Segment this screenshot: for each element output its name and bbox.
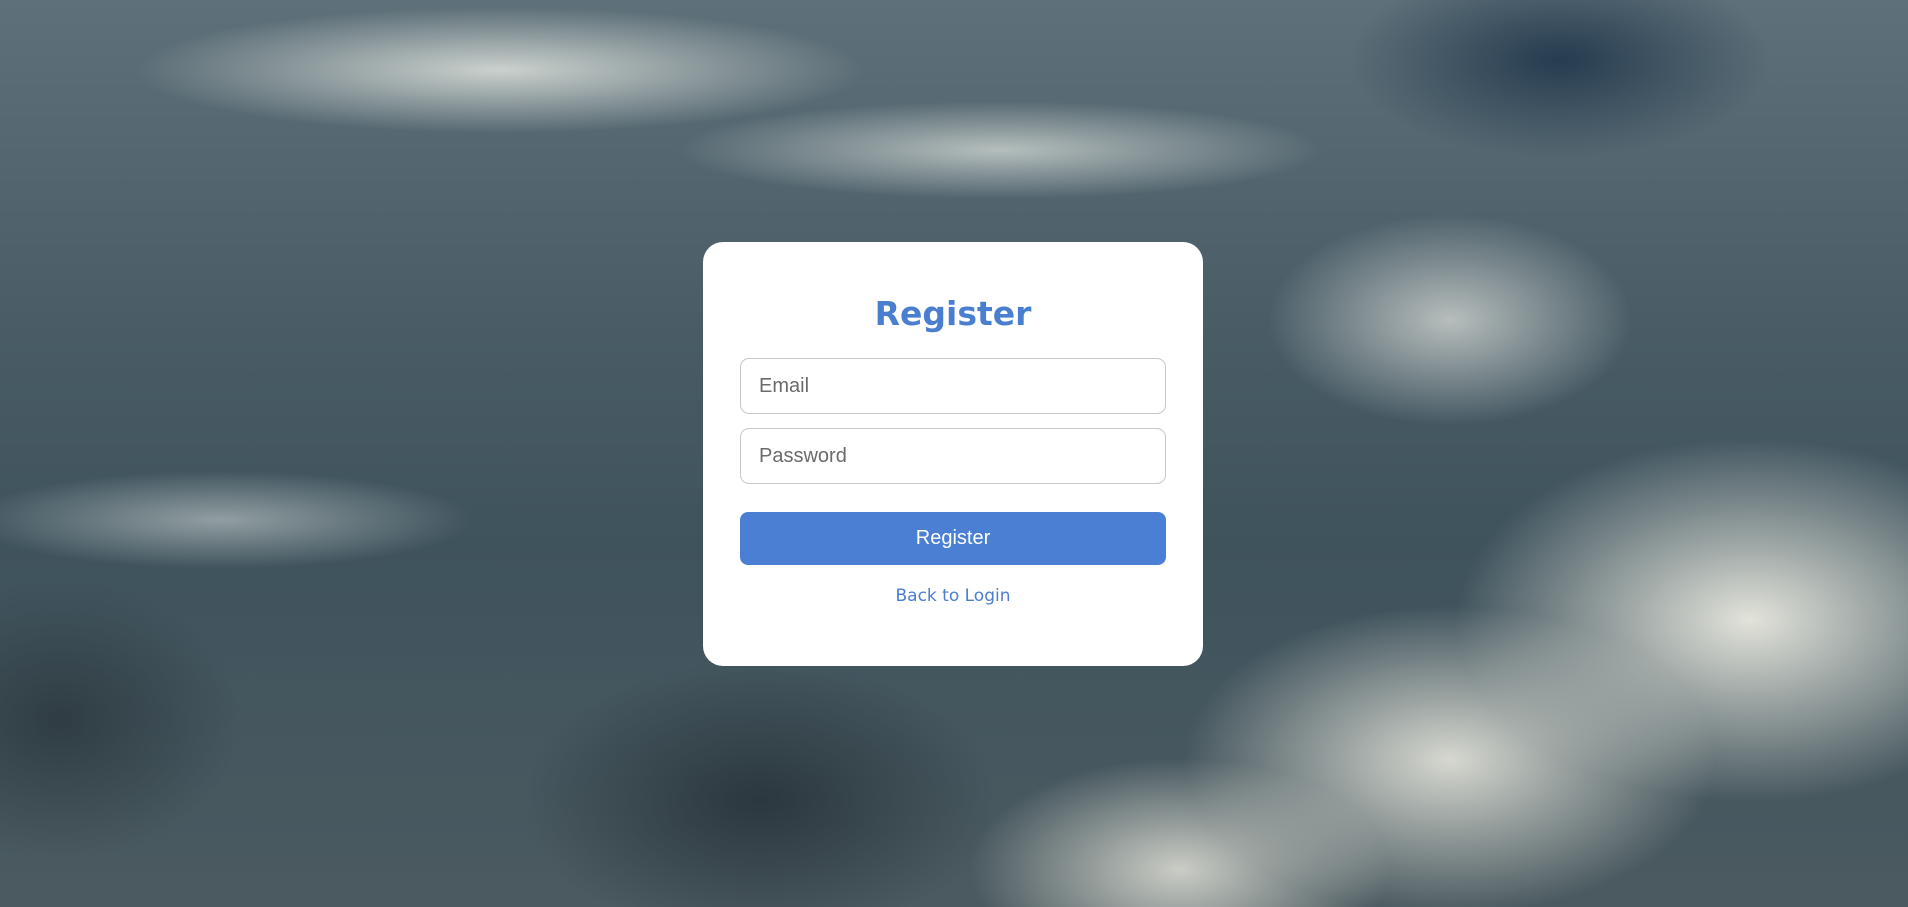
register-card: Register Register Back to Login: [703, 242, 1203, 666]
password-field[interactable]: [740, 428, 1166, 484]
page-title: Register: [874, 294, 1032, 333]
back-to-login-link[interactable]: Back to Login: [740, 586, 1166, 606]
register-button[interactable]: Register: [740, 512, 1166, 565]
email-field[interactable]: [740, 358, 1166, 414]
